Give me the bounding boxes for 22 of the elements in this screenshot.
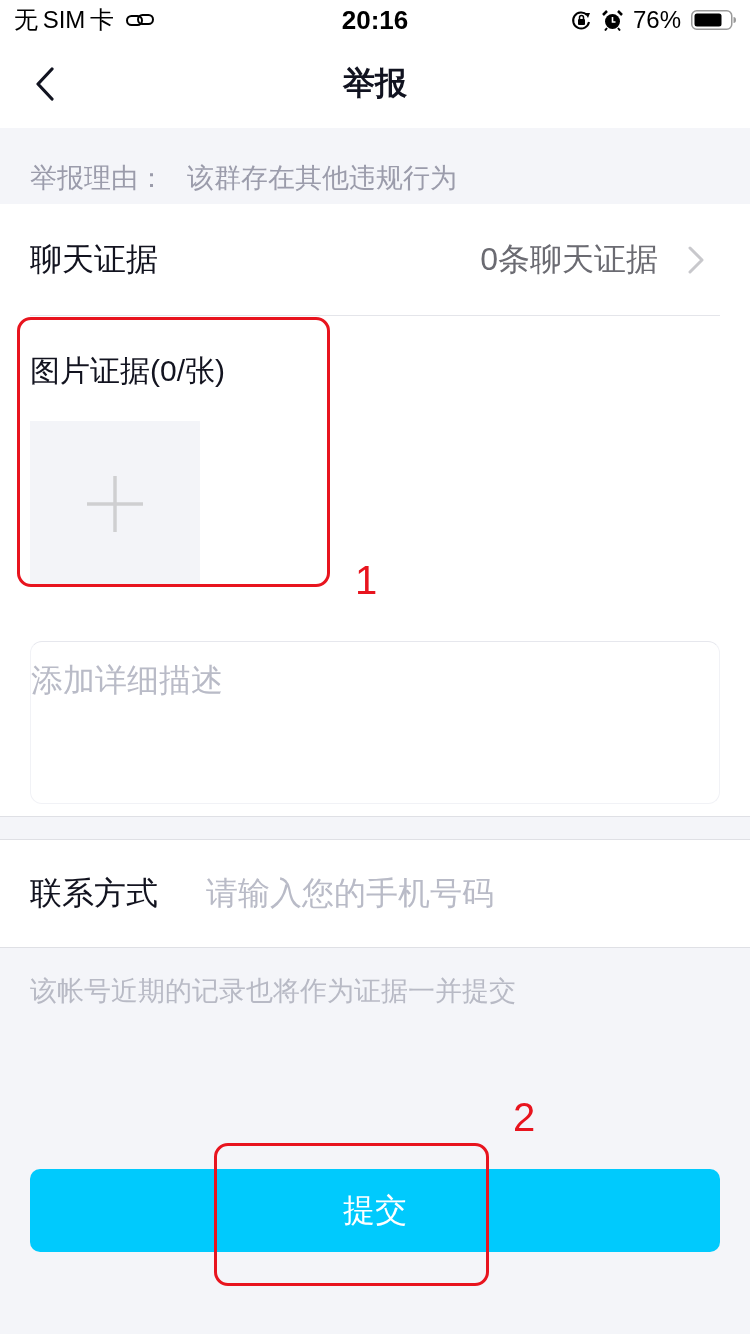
carrier-label: 无 SIM 卡 (14, 5, 114, 35)
chat-evidence-label: 聊天证据 (30, 239, 158, 279)
annotation-number: 2 (513, 1095, 536, 1139)
battery-percent: 76% (632, 6, 681, 34)
chevron-right-icon (688, 245, 704, 274)
back-icon (35, 67, 55, 101)
plus-icon (87, 475, 143, 532)
description-field[interactable]: 添加详细描述 (30, 641, 720, 804)
page-title: 举报 (343, 64, 407, 103)
report-reason-value: 该群存在其他违规行为 (187, 162, 457, 195)
contact-label: 联系方式 (30, 873, 158, 913)
alarm-icon (601, 9, 623, 31)
link-icon (126, 12, 154, 28)
status-time: 20:16 (341, 4, 409, 36)
annotation-number: 1 (355, 558, 378, 602)
contact-row[interactable]: 联系方式 请输入您的手机号码 (0, 839, 750, 948)
image-evidence-title: 图片证据(0/张) (30, 353, 225, 389)
battery-icon (691, 10, 736, 30)
evidence-note: 该帐号近期的记录也将作为证据一并提交 (29, 975, 517, 1008)
rotation-lock-icon (570, 9, 592, 31)
chat-evidence-count[interactable]: 0条聊天证据 (480, 237, 658, 282)
report-reason-label: 举报理由： (30, 162, 165, 195)
